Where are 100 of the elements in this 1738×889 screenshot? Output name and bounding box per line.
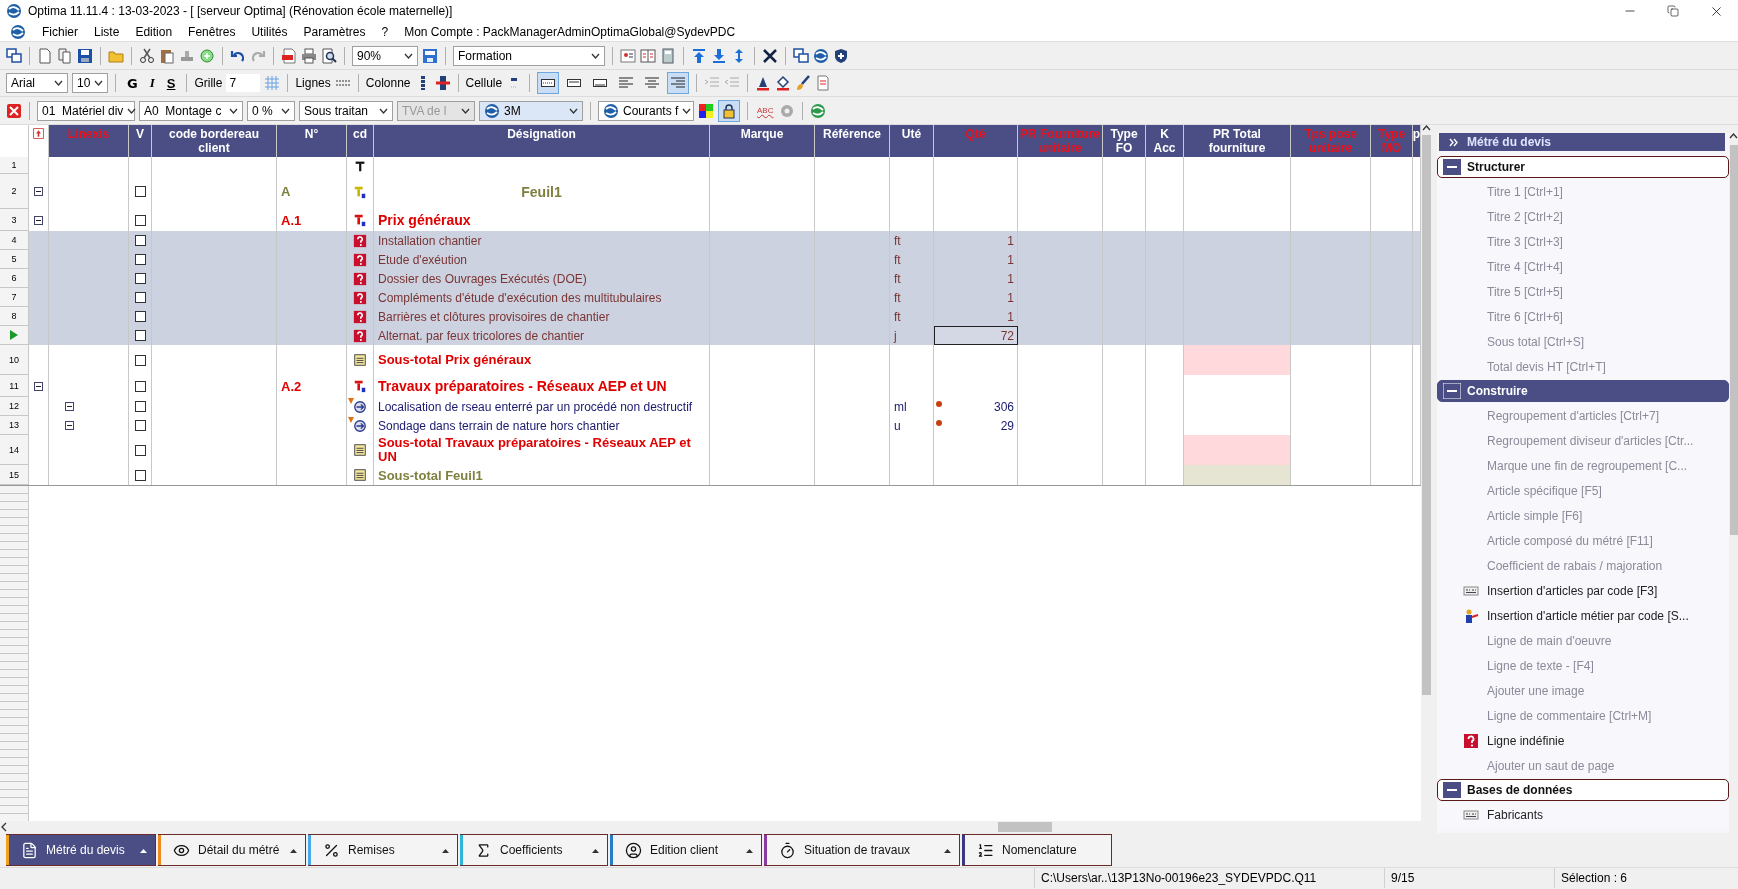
font-dropdown[interactable]: Arial (6, 73, 68, 93)
rate-dropdown[interactable]: 0 % (247, 100, 295, 121)
section-header[interactable]: Bases de données (1437, 779, 1729, 801)
menu-item[interactable]: Paramètres (303, 24, 366, 39)
section-header[interactable]: Structurer (1437, 156, 1729, 178)
move-top-icon[interactable] (691, 47, 707, 64)
table-row[interactable]: 7 Compléments d'étude d'exécution des multitubulaires ft 1 (0, 288, 1421, 307)
checkbox[interactable] (134, 330, 146, 341)
vertical-scrollbar[interactable] (1421, 125, 1432, 821)
move-bottom-icon[interactable] (711, 47, 727, 64)
contact-card-icon[interactable] (620, 47, 636, 64)
table-row[interactable]: 1 (0, 157, 1421, 174)
collapse-icon[interactable] (1443, 782, 1461, 798)
active-cell[interactable]: 72 (934, 326, 1018, 345)
table-row[interactable]: 11 A.2 Travaux préparatoires - Réseaux AEP et UN (0, 375, 1421, 397)
collapse-toggle[interactable] (34, 187, 43, 196)
caret-icon[interactable] (140, 847, 147, 853)
calculator-icon[interactable] (660, 47, 676, 64)
bottom-tab[interactable]: Nomenclature (962, 834, 1112, 866)
bottom-tab[interactable]: Edition client (610, 834, 762, 866)
bottom-tab[interactable]: Situation de travaux (764, 834, 960, 866)
column-header[interactable]: Référence (815, 125, 890, 157)
fill-color-icon[interactable] (775, 75, 792, 91)
save-icon[interactable] (77, 47, 93, 64)
caret-icon[interactable] (592, 847, 599, 853)
table-row[interactable]: 14 Sous-total Travaux préparatoires - Réseaux AEP et UN (0, 435, 1421, 465)
zoom-dropdown[interactable]: 90% (352, 45, 418, 66)
logo-icon[interactable] (810, 102, 827, 119)
table-row[interactable]: 4 Installation chantier ft 1 (0, 231, 1421, 250)
table-row[interactable]: 5 Etude d'exéution ft 1 (0, 250, 1421, 269)
caret-icon[interactable] (127, 107, 137, 114)
checkbox[interactable] (134, 420, 146, 431)
menu-item[interactable]: Fenêtres (188, 24, 236, 39)
spellcheck-button[interactable]: ABC (755, 106, 776, 115)
caret-icon[interactable] (746, 847, 753, 853)
brand-dropdown[interactable]: 3M (479, 100, 583, 121)
table-row[interactable]: 8 Barrières et clôtures provisoires de chantier ft 1 (0, 307, 1421, 326)
checkbox[interactable] (134, 186, 146, 197)
caret-icon[interactable] (944, 847, 951, 853)
column-header[interactable]: cd (347, 125, 374, 157)
caret-icon[interactable] (591, 52, 600, 59)
checkbox[interactable] (134, 273, 146, 284)
checkbox[interactable] (134, 444, 146, 456)
column-header[interactable]: K Acc (1146, 125, 1184, 157)
caret-icon[interactable] (54, 80, 63, 86)
print-preview-icon[interactable] (321, 47, 337, 64)
color-grid-icon[interactable] (698, 102, 714, 119)
caret-icon[interactable] (1729, 133, 1738, 139)
bold-button[interactable]: G (123, 75, 142, 91)
caret-icon[interactable] (682, 107, 692, 114)
insert-column-icon[interactable] (434, 75, 451, 91)
collapse-toggle[interactable] (34, 215, 43, 225)
windows-icon[interactable] (6, 47, 22, 64)
bottom-tab[interactable]: Remises (308, 834, 458, 866)
caret-icon[interactable] (1422, 125, 1431, 131)
checkbox[interactable] (134, 292, 146, 303)
collapse-toggle[interactable] (65, 421, 74, 430)
italic-button[interactable]: I (145, 75, 159, 91)
logo-icon[interactable] (484, 102, 500, 119)
text-color-icon[interactable] (755, 75, 772, 91)
column-header[interactable]: Type FO (1103, 125, 1146, 157)
menu-item[interactable]: Liste (94, 24, 120, 39)
new-page-icon[interactable] (37, 47, 53, 64)
pdf-icon[interactable] (281, 47, 297, 64)
column-header[interactable]: Uté (890, 125, 934, 157)
table-row[interactable]: Alternat. par feux tricolores de chantier j 72 (0, 326, 1421, 345)
font-size-dropdown[interactable]: 10 (72, 73, 108, 93)
checkbox[interactable] (134, 380, 146, 392)
profile-dropdown[interactable]: Formation (453, 45, 605, 66)
cut-icon[interactable] (139, 47, 155, 64)
checkbox[interactable] (134, 354, 146, 366)
supplier-dropdown[interactable]: Sous traitan (299, 100, 393, 121)
caret-icon[interactable] (569, 107, 578, 114)
column-header[interactable]: PR Total fourniture (1184, 125, 1291, 157)
shield-icon[interactable] (833, 47, 849, 64)
table-row[interactable]: 13 Sondage dans terrain de nature hors chantier u 29 (0, 416, 1421, 435)
account-menu[interactable]: Mon Compte : PackManagerAdminOptimaGlobal@SydevPDC (404, 24, 736, 39)
caret-icon[interactable] (379, 107, 388, 114)
menu-item[interactable]: Fichier (42, 24, 78, 39)
caret-icon[interactable] (442, 847, 449, 853)
scroll-thumb[interactable] (998, 822, 1052, 832)
currents-dropdown[interactable]: Courants f (598, 100, 694, 121)
save-view-icon[interactable] (422, 47, 438, 64)
collapse-toggle[interactable] (34, 381, 43, 391)
double-chevron-icon[interactable] (1449, 137, 1459, 147)
bottom-tab[interactable]: Coefficients (460, 834, 608, 866)
column-header[interactable]: N° (277, 125, 347, 157)
brush-icon[interactable] (795, 75, 812, 91)
caret-icon[interactable] (404, 52, 413, 59)
strike-button[interactable]: S (162, 75, 180, 91)
table-row[interactable]: 3 A.1 Prix généraux (0, 209, 1421, 231)
menu-item[interactable]: ? (381, 24, 389, 39)
column-header[interactable]: Marque (710, 125, 815, 157)
column-header[interactable]: code bordereau client (152, 125, 277, 157)
paste-icon[interactable] (159, 47, 175, 64)
caret-icon[interactable] (229, 107, 238, 114)
close-icon[interactable] (6, 102, 22, 119)
checkbox[interactable] (134, 214, 146, 226)
caret-icon[interactable] (290, 847, 297, 853)
collapse-toggle[interactable] (65, 402, 74, 411)
